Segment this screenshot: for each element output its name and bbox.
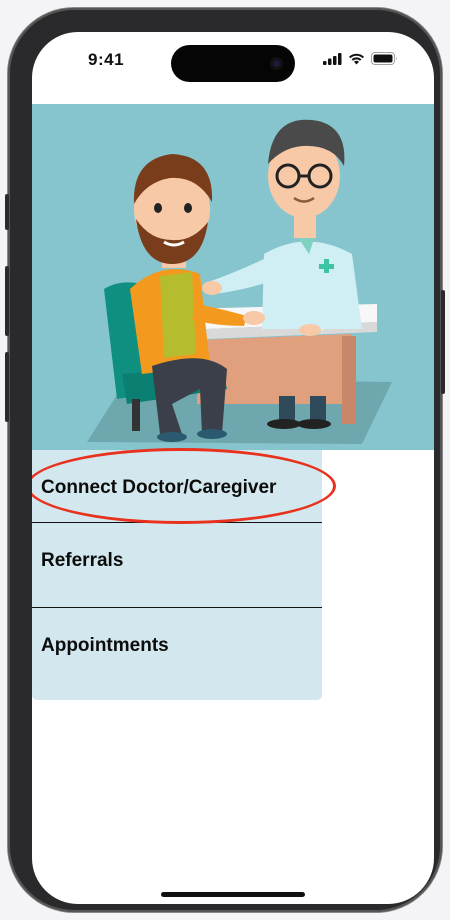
volume-down-button	[5, 352, 9, 422]
phone-frame: 9:41 Connect Doctor/Caregiver Referrals …	[5, 8, 445, 912]
highlight-annotation	[32, 448, 336, 524]
hero-illustration	[32, 104, 434, 450]
doctor-consulting-patient-illustration	[32, 104, 434, 450]
dynamic-island	[171, 45, 295, 82]
menu-item-referrals[interactable]: Referrals	[32, 523, 322, 608]
screen: 9:41 Connect Doctor/Caregiver Referrals …	[32, 32, 434, 904]
volume-up-button	[5, 266, 9, 336]
wifi-icon	[349, 53, 364, 64]
status-time: 9:41	[88, 50, 125, 69]
menu-item-label: Referrals	[41, 550, 124, 571]
cellular-signal-icon	[323, 52, 342, 65]
home-indicator[interactable]	[161, 892, 305, 897]
action-button	[5, 194, 9, 230]
front-camera	[270, 57, 283, 70]
status-bar: 9:41	[32, 32, 434, 92]
battery-icon	[371, 52, 397, 65]
menu-item-appointments[interactable]: Appointments	[32, 608, 322, 700]
status-icons	[323, 52, 398, 65]
power-button	[441, 290, 445, 394]
menu-item-label: Appointments	[41, 635, 169, 656]
